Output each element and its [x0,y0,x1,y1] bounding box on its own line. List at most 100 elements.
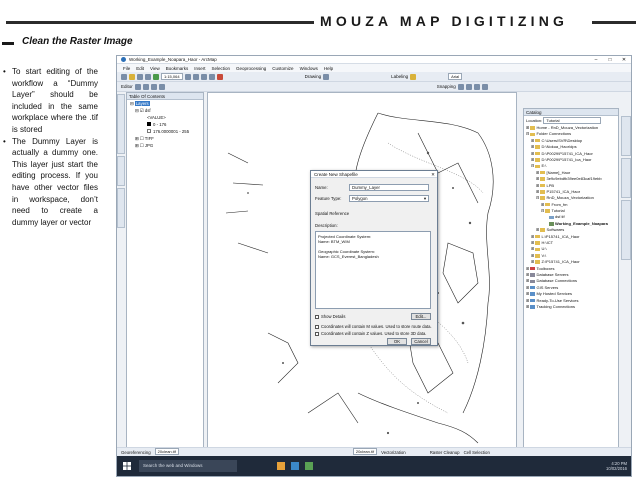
catalog-item-label: RnD_Mouza_Vectorization [546,195,594,201]
pan-icon[interactable] [200,73,207,80]
select-elements-icon[interactable] [323,73,330,80]
toc-row-layer[interactable]: ⊞ ☐ TIFF [127,135,203,142]
title-rule-left [6,21,314,24]
catalog-header: Catalog [524,109,618,116]
name-label: Name: [315,185,328,190]
title-rule-right [592,21,636,24]
bullet-list: • To start editing of the workflow a “Du… [3,66,98,228]
m-values-label: Coordinates will contain M values. Used … [321,324,432,329]
file-explorer-icon[interactable] [277,462,285,470]
reshape-icon[interactable] [150,83,157,90]
left-tab-arctoolbox[interactable] [117,188,125,228]
map-scale-select[interactable]: 1:15,064 [161,73,183,80]
new-icon[interactable] [121,73,127,80]
left-tab-toc[interactable] [117,94,125,154]
zoom-in-icon[interactable] [184,73,191,80]
show-details-checkbox[interactable]: Show Details [315,314,345,319]
taskbar-clock[interactable]: 4:20 PM 10/02/2016 [606,461,631,472]
maximize-icon[interactable]: □ [603,57,617,63]
catalog-panel: Catalog Location: Tutorial ⊞ Home - RnD_… [523,108,619,463]
right-tab-create-features[interactable] [621,200,631,260]
standard-toolbar: 1:15,064 Drawing Labeling Arial [117,72,631,82]
toc-label: JPG [144,143,154,148]
cut-polygons-icon[interactable] [158,83,165,90]
menu-windows[interactable]: Windows [300,66,318,71]
close-icon[interactable]: ✕ [617,57,631,63]
catalog-item-label: Z:\P15741_ICA_Haor [541,259,580,265]
ok-button[interactable]: OK [387,338,407,345]
menu-geoprocessing[interactable]: Geoprocessing [236,66,266,71]
folder-icon [535,241,541,245]
menu-customize[interactable]: Customize [272,66,293,71]
left-tab-search[interactable] [117,156,125,186]
bullet-text: To start editing of the workflow a “Dumm… [12,67,98,134]
browser-icon[interactable] [291,462,299,470]
toc-row-layer[interactable]: ⊟ ☑ dsf [127,107,203,114]
menu-selection[interactable]: Selection [212,66,231,71]
feature-type-value: Polygon [352,196,368,201]
catalog-item-label: Toolboxes [536,265,555,271]
labeling-menu[interactable]: Labeling [391,74,408,79]
right-tab-search[interactable] [621,158,631,198]
georef-layer-select[interactable]: 20clean.tif [154,448,179,455]
add-data-icon[interactable] [153,73,159,80]
vectorization-layer-select[interactable]: 20clean.tif [352,448,378,455]
windows-logo-icon[interactable] [123,462,131,470]
catalog-item-label: From_fm [551,201,568,207]
font-select[interactable]: Arial [448,73,463,80]
location-label: Location: [526,118,543,123]
window-controls: – □ ✕ [589,57,631,63]
dialog-close-icon[interactable]: ✕ [429,171,437,177]
right-tab-catalog[interactable] [621,116,631,156]
zoom-out-icon[interactable] [192,73,199,80]
label-manager-icon[interactable] [410,73,417,80]
open-icon[interactable] [129,73,135,80]
end-snapping-icon[interactable] [465,83,472,90]
folder-icon [545,209,551,213]
z-values-checkbox[interactable]: Coordinates will contain Z values. Used … [315,331,426,336]
sketch-tool-icon[interactable] [142,83,149,90]
location-select[interactable]: Tutorial [543,117,602,124]
menu-help[interactable]: Help [324,66,333,71]
edit-tool-icon[interactable] [134,83,141,90]
toc-label: dsf [144,108,151,113]
arcmap-taskbar-icon[interactable] [305,462,313,470]
vertex-snapping-icon[interactable] [473,83,480,90]
toc-row-layer[interactable]: ⊞ ☐ JPG [127,142,203,149]
catalog-item[interactable]: ⊞ Tracking Connections [524,304,618,310]
print-icon[interactable] [145,73,151,80]
m-values-checkbox[interactable]: Coordinates will contain M values. Used … [315,324,432,329]
full-extent-icon[interactable] [208,73,215,80]
edit-button[interactable]: Edit... [411,313,431,320]
window-titlebar[interactable]: Working_Example_Noapara_Haor - ArcMap – … [117,56,631,64]
cancel-button[interactable]: Cancel [411,338,431,345]
folder-icon [540,190,546,194]
taskbar-search-box[interactable]: Search the web and Windows [139,460,237,472]
cell-selection-menu[interactable]: Cell Selection [464,448,490,456]
snapping-menu[interactable]: Snapping [437,84,456,89]
edge-snapping-icon[interactable] [481,83,488,90]
drawing-menu[interactable]: Drawing [305,74,322,79]
menu-edit[interactable]: Edit [136,66,144,71]
shapefile-name-input[interactable]: Dummy_Layer [349,184,429,191]
georeferencing-menu[interactable]: Georeferencing [121,448,151,456]
menu-view[interactable]: View [150,66,160,71]
raster-cleanup-menu[interactable]: Raster Cleanup [430,448,460,456]
vectorization-menu[interactable]: Vectorization [381,448,406,456]
feature-type-select[interactable]: Polygon ▾ [349,195,429,202]
save-icon[interactable] [137,73,143,80]
minimize-icon[interactable]: – [589,57,603,63]
identify-icon[interactable] [216,73,223,80]
toc-row-layers[interactable]: ⊟ Layers [127,100,203,107]
bullet-item: • To start editing of the workflow a “Du… [3,66,98,136]
catalog-item-label: Tracking Connections [536,303,576,309]
window-title: Working_Example_Noapara_Haor - ArcMap [129,57,217,62]
dialog-titlebar[interactable]: Create New Shapefile ✕ [311,171,437,178]
menu-insert[interactable]: Insert [194,66,205,71]
menu-bookmarks[interactable]: Bookmarks [166,66,189,71]
editor-menu[interactable]: Editor [121,84,133,89]
menu-file[interactable]: File [123,66,130,71]
menu-bar: File Edit View Bookmarks Insert Selectio… [117,64,631,72]
checkbox-icon [315,331,319,336]
point-snapping-icon[interactable] [457,83,464,90]
